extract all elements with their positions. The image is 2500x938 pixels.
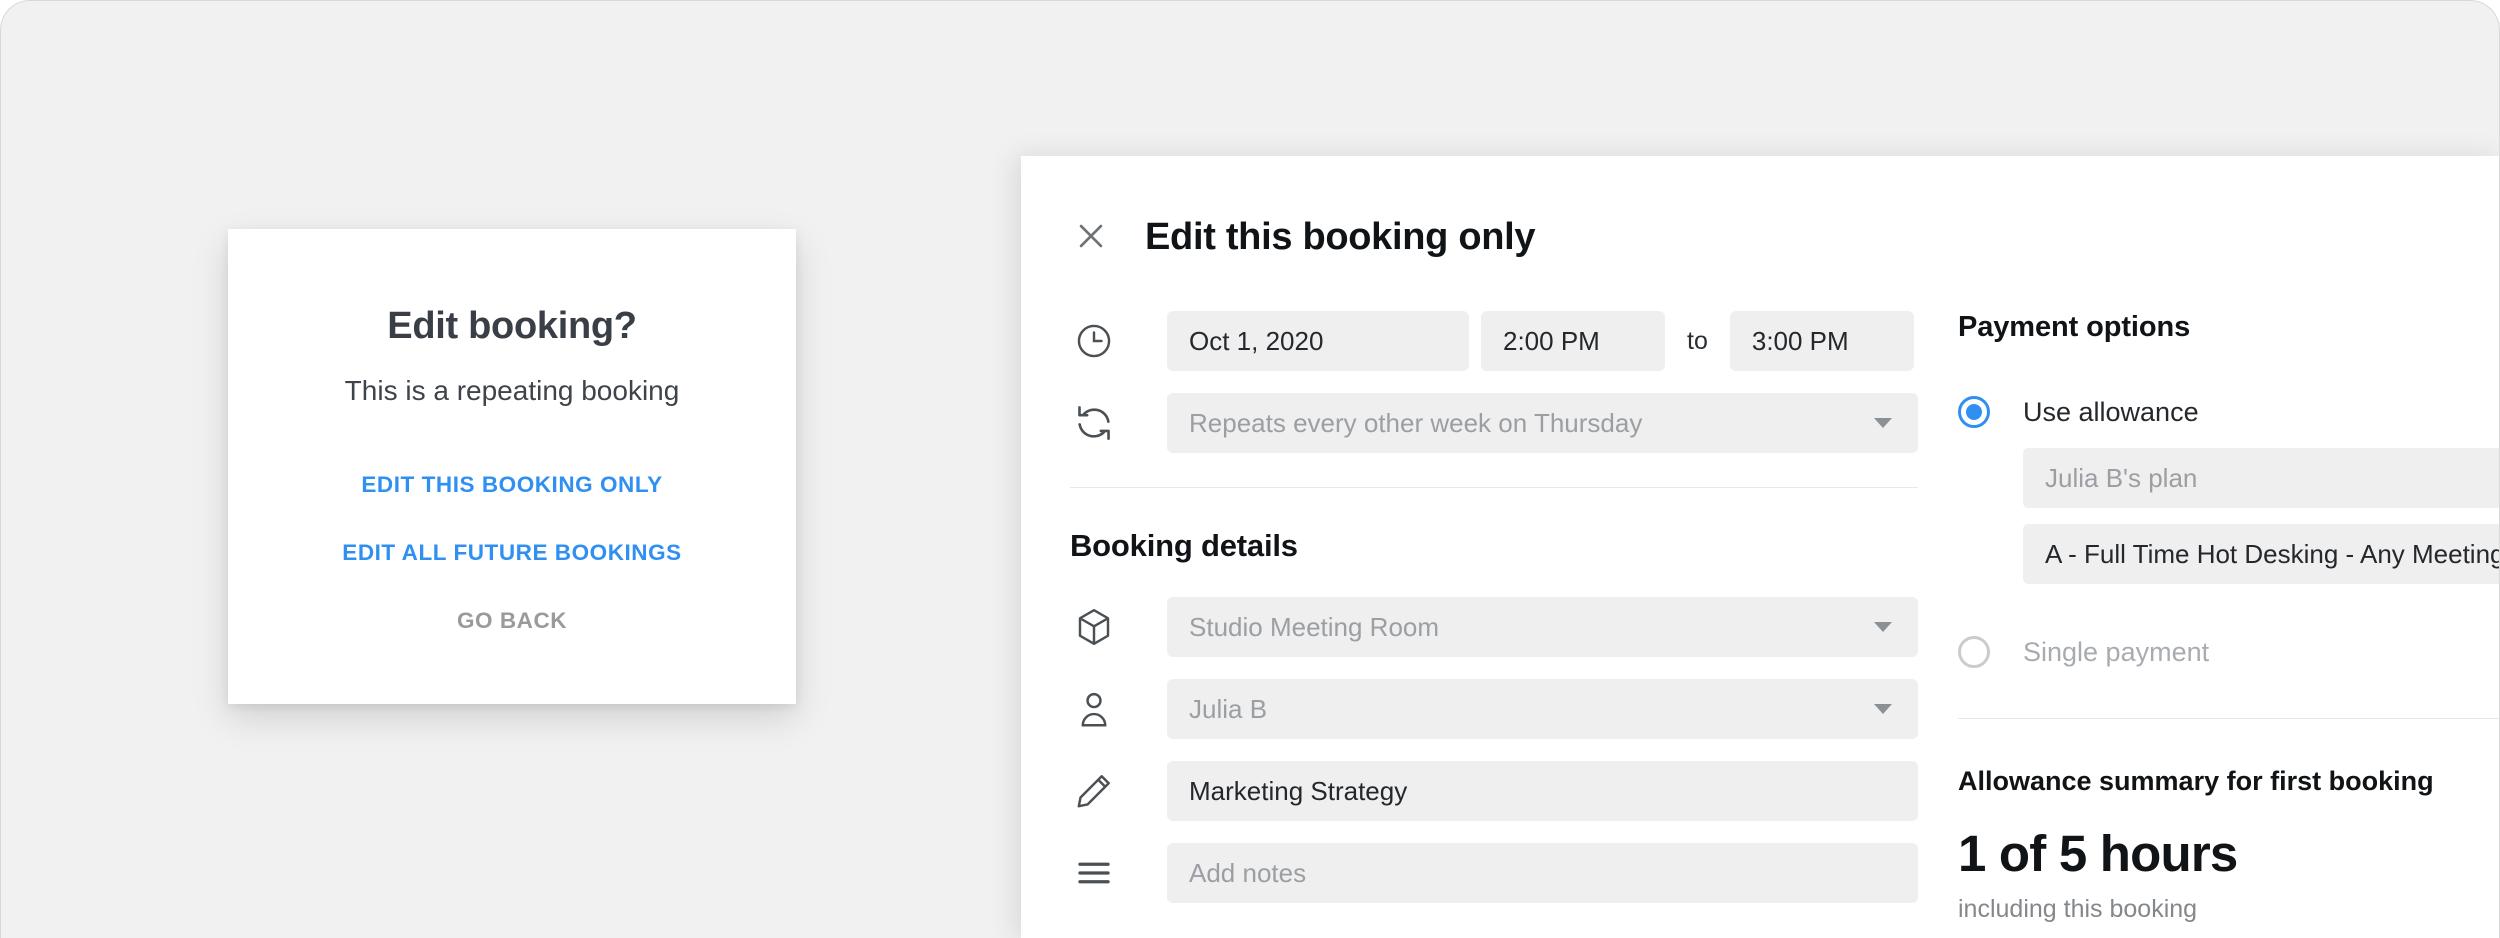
person-row: Julia B (1070, 679, 1918, 739)
allowance-amount: 1 of 5 hours (1958, 825, 2238, 882)
allowance-plan-fields: Julia B's plan A - Full Time Hot Desking… (2023, 448, 2500, 584)
allowance-caption: including this booking (1958, 895, 2198, 923)
repeat-select[interactable]: Repeats every other week on Thursday (1167, 393, 1918, 453)
close-panel-button[interactable] (1070, 217, 1112, 259)
person-icon (1070, 685, 1118, 733)
close-icon (1074, 219, 1108, 256)
room-row: Studio Meeting Room (1070, 597, 1918, 657)
schedule-row: Oct 1, 2020 2:00 PM to 3:00 PM (1070, 311, 1918, 371)
plan-owner-value: Julia B's plan (2045, 462, 2198, 493)
edit-all-future-bookings-button[interactable]: EDIT ALL FUTURE BOOKINGS (324, 526, 699, 580)
app-window: Edit booking? This is a repeating bookin… (0, 0, 2500, 938)
booking-title-row: Marketing Strategy (1070, 761, 1918, 821)
payment-options-heading: Payment options (1958, 311, 2191, 343)
payment-column: Payment options Use allowance Julia B's … (1918, 259, 2500, 938)
payment-option-label: Use allowance (2023, 396, 2199, 427)
repeat-select-value: Repeats every other week on Thursday (1189, 407, 1643, 438)
end-time-input[interactable]: 3:00 PM (1729, 311, 1914, 371)
chevron-down-icon (1874, 418, 1892, 428)
allowance-summary-heading: Allowance summary for first booking (1958, 766, 2434, 796)
section-divider (1070, 487, 1918, 488)
plan-owner-select[interactable]: Julia B's plan (2023, 448, 2499, 508)
person-select-value: Julia B (1189, 693, 1268, 724)
panel-body: Oct 1, 2020 2:00 PM to 3:00 PM Repeats e… (1021, 259, 2500, 938)
booking-title-input[interactable]: Marketing Strategy (1167, 761, 1918, 821)
room-select-value: Studio Meeting Room (1189, 611, 1440, 642)
edit-this-booking-only-button[interactable]: EDIT THIS BOOKING ONLY (343, 458, 680, 512)
radio-use-allowance[interactable] (1958, 396, 1990, 428)
go-back-button[interactable]: GO BACK (439, 594, 585, 648)
clock-icon (1070, 317, 1118, 365)
repeat-icon (1070, 399, 1118, 447)
start-time-input[interactable]: 2:00 PM (1481, 311, 1665, 371)
edit-booking-panel: Edit this booking only Oct 1, 2020 2:00 … (1021, 156, 2500, 938)
date-input[interactable]: Oct 1, 2020 (1167, 311, 1469, 371)
chevron-down-icon (1874, 704, 1892, 714)
room-select[interactable]: Studio Meeting Room (1167, 597, 1918, 657)
plan-name-value: A - Full Time Hot Desking - Any Meeting … (2045, 538, 2500, 569)
plan-name-select[interactable]: A - Full Time Hot Desking - Any Meeting … (2023, 524, 2500, 584)
chevron-down-icon (1874, 622, 1892, 632)
edit-booking-confirm-dialog: Edit booking? This is a repeating bookin… (228, 229, 796, 704)
payment-option-label: Single payment (2023, 636, 2210, 667)
payment-option-single-payment[interactable]: Single payment (1958, 636, 2499, 668)
payment-option-use-allowance[interactable]: Use allowance (1958, 396, 2499, 428)
panel-title: Edit this booking only (1145, 216, 1536, 258)
pencil-icon (1070, 767, 1118, 815)
dialog-subtitle: This is a repeating booking (344, 375, 680, 406)
notes-icon (1070, 849, 1118, 897)
booking-details-heading: Booking details (1070, 528, 1298, 563)
dialog-actions: EDIT THIS BOOKING ONLY EDIT ALL FUTURE B… (228, 458, 796, 648)
to-label: to (1687, 326, 1708, 355)
notes-row: Add notes (1070, 843, 1918, 903)
repeat-row: Repeats every other week on Thursday (1070, 393, 1918, 453)
person-select[interactable]: Julia B (1167, 679, 1918, 739)
notes-input[interactable]: Add notes (1167, 843, 1918, 903)
cube-icon (1070, 603, 1118, 651)
booking-form-column: Oct 1, 2020 2:00 PM to 3:00 PM Repeats e… (1070, 259, 1918, 938)
radio-single-payment[interactable] (1958, 636, 1990, 668)
dialog-title: Edit booking? (387, 305, 637, 347)
panel-header: Edit this booking only (1021, 156, 2499, 259)
payment-divider (1958, 718, 2499, 719)
